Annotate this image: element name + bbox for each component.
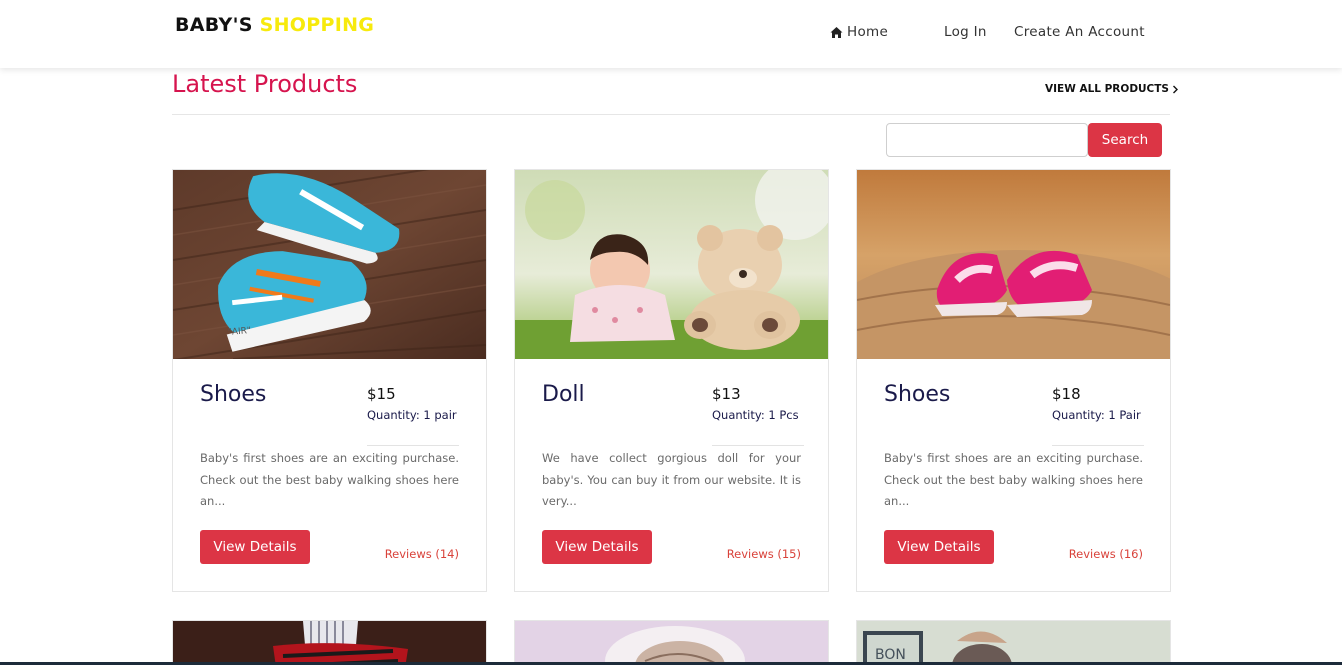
- product-price: $13: [712, 385, 741, 403]
- reviews-link[interactable]: Reviews (14): [385, 547, 459, 561]
- product-name: Doll: [542, 382, 585, 407]
- reviews-link[interactable]: Reviews (15): [727, 547, 801, 561]
- nav-login-link[interactable]: Log In: [944, 24, 987, 40]
- product-price: $15: [367, 385, 396, 403]
- brand-part-1: BABY'S: [175, 14, 253, 36]
- reviews-link[interactable]: Reviews (16): [1069, 547, 1143, 561]
- view-details-button[interactable]: View Details: [542, 530, 652, 564]
- svg-text:"AIR": "AIR": [227, 326, 251, 338]
- section-title: Latest Products: [172, 70, 358, 98]
- price-divider: [1052, 445, 1144, 446]
- nav-create-account-link[interactable]: Create An Account: [1014, 24, 1145, 40]
- product-quantity: Quantity: 1 Pcs: [712, 408, 799, 422]
- product-image-partial[interactable]: [172, 620, 487, 665]
- view-all-label: VIEW ALL PRODUCTS: [1045, 83, 1169, 95]
- view-all-products-link[interactable]: VIEW ALL PRODUCTS: [1045, 83, 1179, 95]
- price-divider: [712, 445, 804, 446]
- product-image-partial[interactable]: BON: [856, 620, 1171, 665]
- product-quantity: Quantity: 1 Pair: [1052, 408, 1141, 422]
- product-card: Shoes $18 Quantity: 1 Pair Baby's first …: [856, 169, 1171, 592]
- section-divider: [172, 114, 1170, 115]
- svg-text:BON: BON: [875, 647, 906, 663]
- search-button[interactable]: Search: [1088, 123, 1162, 157]
- navbar: BABY'S SHOPPING Home Log In Create An Ac…: [0, 0, 1342, 68]
- product-card: "AIR" Shoes $15 Quantity: 1 pair Baby's …: [172, 169, 487, 592]
- product-name: Shoes: [200, 382, 267, 407]
- product-card: Doll $13 Quantity: 1 Pcs We have collect…: [514, 169, 829, 592]
- view-details-button[interactable]: View Details: [200, 530, 310, 564]
- product-image-partial[interactable]: [514, 620, 829, 665]
- price-divider: [367, 445, 459, 446]
- view-details-button[interactable]: View Details: [884, 530, 994, 564]
- brand-logo[interactable]: BABY'S SHOPPING: [175, 14, 374, 36]
- nav-home-label: Home: [847, 24, 889, 40]
- brand-part-2: SHOPPING: [259, 14, 375, 36]
- search-input[interactable]: [886, 123, 1088, 157]
- product-description: We have collect gorgious doll for your b…: [542, 451, 801, 508]
- product-description: Baby's first shoes are an exciting purch…: [884, 451, 1143, 508]
- product-description: Baby's first shoes are an exciting purch…: [200, 451, 459, 508]
- chevron-right-icon: [1172, 85, 1179, 94]
- nav-home-link[interactable]: Home: [830, 24, 888, 40]
- product-image-shoes[interactable]: "AIR": [173, 170, 486, 359]
- product-name: Shoes: [884, 382, 951, 407]
- product-quantity: Quantity: 1 pair: [367, 408, 457, 422]
- product-image-shoes[interactable]: [857, 170, 1170, 359]
- product-price: $18: [1052, 385, 1081, 403]
- home-icon: [830, 26, 843, 39]
- product-image-doll[interactable]: [515, 170, 828, 359]
